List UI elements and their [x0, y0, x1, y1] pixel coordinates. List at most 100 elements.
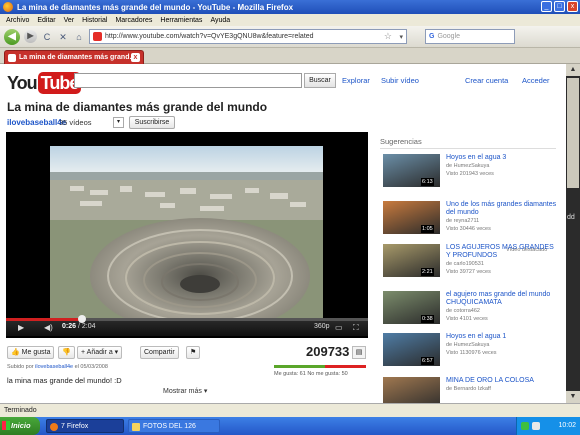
scroll-up-icon[interactable]: ▲ [566, 64, 580, 76]
stop-icon[interactable]: ✕ [57, 31, 69, 43]
suggestion-item[interactable]: 1:05 Uno de los más grandes diamantes del… [383, 201, 559, 249]
menu-herramientas[interactable]: Herramientas [160, 17, 202, 24]
suggestion-title[interactable]: Hoyos en el agua 1 [446, 333, 506, 340]
suggestion-title[interactable]: Uno de los más grandes diamantes del mun… [446, 201, 556, 216]
suggestion-item[interactable]: 6:57 Hoyos en el agua 1 de HumezSakuya Vist… [383, 333, 559, 381]
volume-icon[interactable]: ◀) [44, 323, 53, 332]
volume-tray-icon[interactable] [532, 422, 540, 430]
progress-knob[interactable] [78, 315, 87, 323]
side-label: dd [567, 214, 575, 221]
window-title: La mina de diamantes más grande del mund… [17, 2, 294, 12]
suggestion-views: Visto 30446 veces [446, 226, 491, 232]
url-bar[interactable]: http://www.youtube.com/watch?v=QvYE3gQNU… [89, 29, 407, 44]
bookmark-star-icon[interactable]: ☆ [384, 31, 392, 42]
quality-button[interactable]: 360p [314, 323, 330, 330]
logo-you-text: You [7, 72, 38, 93]
browser-search-placeholder: Google [437, 33, 461, 40]
dislike-button[interactable]: 👎 [58, 346, 75, 359]
close-button[interactable]: x [567, 1, 578, 12]
suggestion-item[interactable]: 0:38 el agujero mas grande del mundo CHUQ… [383, 291, 559, 339]
start-button[interactable]: Inicio [0, 417, 40, 435]
taskbar-item-folder[interactable]: FOTOS DEL 126 [128, 419, 220, 433]
suggestion-author: de cotorra462 [446, 308, 480, 314]
tab-youtube[interactable]: La mina de diamantes más grand... x [4, 50, 144, 64]
vertical-scrollbar[interactable]: ▲ ▼ [566, 64, 580, 403]
window-controls: _ □ x [541, 1, 578, 12]
back-button[interactable]: ◀ [4, 28, 20, 45]
tab-close-icon[interactable]: x [131, 53, 140, 62]
nav-explore-link[interactable]: Explorar [342, 76, 370, 85]
clock: 10:02 [558, 422, 576, 429]
suggestion-title[interactable]: Hoyos en el agua 3 [446, 154, 506, 161]
menu-historial[interactable]: Historial [82, 17, 107, 24]
rating-text: Me gusta: 61 No me gusta: 50 [274, 371, 348, 377]
video-player[interactable] [6, 132, 368, 338]
stats-button[interactable]: ▤ [352, 346, 366, 359]
suggestion-duration: 0:38 [421, 315, 434, 323]
reload-icon[interactable]: C [41, 31, 53, 43]
suggestion-title[interactable]: el agujero mas grande del mundo CHUQUICA… [446, 291, 550, 306]
youtube-search-button[interactable]: Buscar [304, 73, 336, 88]
url-text: http://www.youtube.com/watch?v=QvYE3gQNU… [105, 33, 314, 40]
scroll-thumb[interactable] [567, 78, 579, 188]
maximize-button[interactable]: □ [554, 1, 565, 12]
minimize-button[interactable]: _ [541, 1, 552, 12]
taskbar-item-label: FOTOS DEL 126 [143, 423, 196, 430]
menu-archivo[interactable]: Archivo [6, 17, 29, 24]
nav-upload-link[interactable]: Subir vídeo [381, 76, 419, 85]
progress-bar[interactable] [6, 315, 368, 323]
play-icon[interactable]: ▶ [18, 323, 24, 332]
menu-marcadores[interactable]: Marcadores [115, 17, 152, 24]
home-icon[interactable]: ⌂ [73, 31, 85, 43]
forward-button[interactable]: ▶ [24, 30, 37, 43]
menu-ayuda[interactable]: Ayuda [210, 17, 230, 24]
video-count-dropdown-icon[interactable]: ▾ [113, 117, 124, 128]
suggestions-heading: Sugerencias [380, 137, 422, 146]
channel-link[interactable]: ilovebaseball4e [7, 118, 66, 127]
video-frame[interactable] [50, 146, 323, 324]
suggestion-title[interactable]: MINA DE ORO LA COLOSA [446, 377, 534, 384]
progress-fill [6, 318, 83, 321]
like-button[interactable]: 👍 Me gusta [7, 346, 55, 359]
video-title: La mina de diamantes más grande del mund… [7, 100, 268, 114]
browser-search-box[interactable]: G Google [425, 29, 515, 44]
menu-editar[interactable]: Editar [37, 17, 55, 24]
suggestion-item[interactable]: MINA DE ORO LA COLOSA de Bernardo Izkaff [383, 377, 559, 403]
status-text: Terminado [4, 407, 37, 414]
time-display: 0:26 / 2:04 [62, 323, 96, 330]
youtube-favicon-icon [93, 32, 102, 41]
subscribe-button[interactable]: Suscribirse [129, 116, 175, 129]
suggestion-duration: 2:21 [421, 268, 434, 276]
uploader-link[interactable]: ilovebaseball4e [35, 364, 73, 370]
suggestion-thumbnail[interactable] [383, 377, 440, 403]
suggestion-author: de carlo190531 [446, 261, 484, 267]
add-to-button[interactable]: + Añadir a ▾ [77, 346, 123, 359]
tab-label: La mina de diamantes más grand... [19, 54, 136, 61]
nav-create-account-link[interactable]: Crear cuenta [465, 76, 508, 85]
youtube-search-input[interactable] [74, 73, 302, 88]
nav-sign-in-link[interactable]: Acceder [522, 76, 550, 85]
suggestion-author: de HumezSakuya [446, 342, 490, 348]
suggestion-author: de HumezSakuya [446, 163, 490, 169]
popout-icon[interactable]: ▭ [335, 323, 343, 332]
network-icon[interactable] [521, 422, 529, 430]
start-label: Inicio [11, 421, 31, 430]
suggestion-item[interactable]: 2:21 LOS AGUJEROS MAS GRANDES Y PROFUNDOS… [383, 244, 559, 292]
share-button[interactable]: Compartir [140, 346, 179, 359]
suggestion-title[interactable]: LOS AGUJEROS MAS GRANDES Y PROFUNDOS [446, 244, 554, 259]
show-more-button[interactable]: Mostrar más ▾ [163, 387, 207, 395]
divider [380, 148, 556, 149]
rating-likes-fill [274, 365, 325, 368]
menu-ver[interactable]: Ver [64, 17, 75, 24]
youtube-logo[interactable]: You Tube [7, 72, 82, 94]
status-bar: Terminado [0, 403, 580, 417]
fullscreen-icon[interactable]: ⛶ [353, 323, 359, 333]
taskbar-item-firefox[interactable]: 7 Firefox [46, 419, 124, 433]
url-dropdown-icon[interactable]: ▾ [399, 33, 403, 41]
windows-taskbar: Inicio 7 Firefox FOTOS DEL 126 10:02 [0, 417, 580, 435]
video-count: 35 vídeos [59, 118, 92, 127]
flag-button[interactable]: ⚑ [186, 346, 201, 359]
suggestion-item[interactable]: 6:13 Hoyos en el agua 3 de HumezSakuya Vist… [383, 154, 559, 202]
suggestion-views: Visto 4101 veces [446, 316, 488, 322]
scroll-down-icon[interactable]: ▼ [566, 391, 580, 403]
